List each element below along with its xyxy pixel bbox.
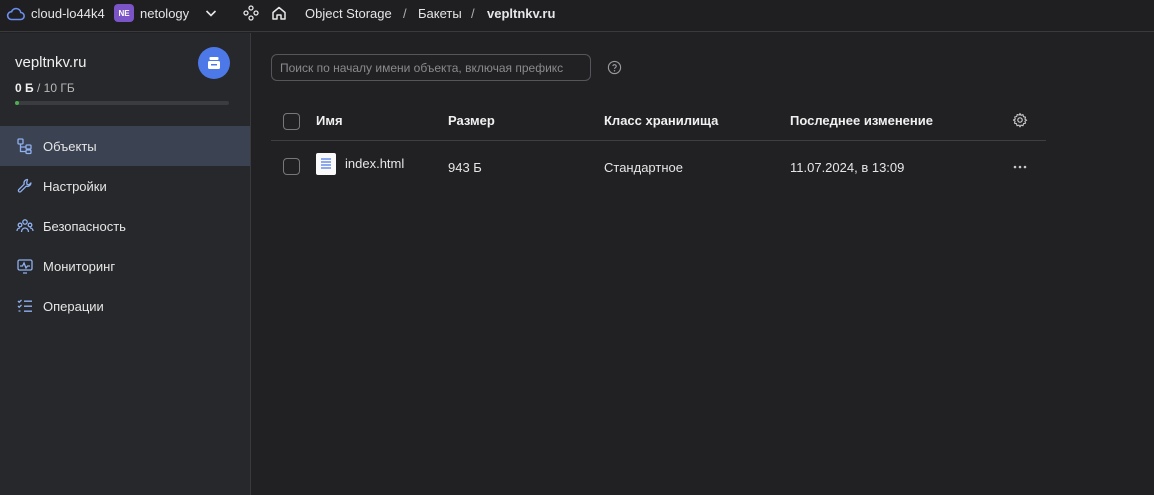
breadcrumb-separator: / (403, 6, 407, 21)
bucket-usage: 0 Б / 10 ГБ (15, 81, 75, 95)
security-users-icon (16, 219, 34, 233)
bucket-avatar (198, 47, 230, 79)
table-header: Имя Размер Класс хранилища Последнее изм… (271, 100, 1046, 141)
sidebar-item-security[interactable]: Безопасность (0, 206, 250, 246)
cloud-name[interactable]: cloud-lo44k4 (31, 6, 105, 21)
sidebar-item-label: Мониторинг (43, 258, 116, 274)
chevron-down-icon[interactable] (203, 5, 219, 21)
sidebar-item-settings[interactable]: Настройки (0, 166, 250, 206)
services-icon[interactable] (242, 4, 260, 22)
cloud-icon[interactable] (6, 4, 26, 24)
document-lines-icon (321, 158, 331, 169)
select-all-checkbox[interactable] (283, 113, 300, 130)
bucket-name: vepltnkv.ru (15, 54, 87, 71)
help-icon[interactable] (607, 60, 622, 75)
object-modified: 11.07.2024, в 13:09 (790, 160, 905, 175)
search-input[interactable] (271, 54, 591, 81)
folder-name[interactable]: netology (140, 6, 189, 21)
objects-icon (17, 138, 32, 155)
object-name[interactable]: index.html (345, 156, 404, 171)
usage-used: 0 Б (15, 81, 34, 95)
usage-progress-fill (15, 101, 19, 105)
sidebar-item-objects[interactable]: Объекты (0, 126, 250, 166)
column-modified-header[interactable]: Последнее изменение (790, 113, 933, 128)
objects-table: Имя Размер Класс хранилища Последнее изм… (271, 100, 1046, 191)
table-row[interactable]: index.html 943 Б Стандартное 11.07.2024,… (271, 141, 1046, 191)
breadcrumb-buckets[interactable]: Бакеты (418, 6, 462, 21)
sidebar-item-label: Безопасность (43, 218, 126, 234)
breadcrumb-object-storage[interactable]: Object Storage (305, 6, 392, 21)
column-size-header[interactable]: Размер (448, 113, 495, 128)
gear-icon[interactable] (1012, 112, 1028, 128)
bucket-storage-icon (208, 57, 220, 69)
sidebar-item-operations[interactable]: Операции (0, 286, 250, 326)
sidebar-item-monitoring[interactable]: Мониторинг (0, 246, 250, 286)
breadcrumb-current-bucket: vepltnkv.ru (487, 6, 556, 21)
settings-wrench-icon (17, 178, 32, 193)
object-size: 943 Б (448, 160, 482, 175)
sidebar-nav: Объекты Настройки Безопасность Мониторин… (0, 126, 250, 326)
column-name-header[interactable]: Имя (316, 113, 343, 128)
sidebar-item-label: Операции (43, 298, 104, 314)
top-bar: cloud-lo44k4 NE netology Object Storage … (0, 0, 1154, 32)
home-icon[interactable] (270, 4, 288, 22)
file-icon (316, 153, 336, 175)
row-checkbox[interactable] (283, 158, 300, 175)
object-storage-class: Стандартное (604, 160, 683, 175)
usage-progress-bar (15, 101, 229, 105)
usage-total: / 10 ГБ (36, 81, 75, 95)
monitoring-icon (17, 259, 33, 274)
sidebar-item-label: Настройки (43, 178, 107, 194)
sidebar: vepltnkv.ru 0 Б / 10 ГБ Объекты Настройк… (0, 33, 251, 495)
folder-badge[interactable]: NE (114, 4, 134, 22)
sidebar-item-label: Объекты (43, 138, 97, 154)
breadcrumb-separator: / (471, 6, 475, 21)
operations-list-icon (17, 299, 32, 312)
more-actions-icon[interactable] (1012, 159, 1028, 175)
column-storage-class-header[interactable]: Класс хранилища (604, 113, 718, 128)
